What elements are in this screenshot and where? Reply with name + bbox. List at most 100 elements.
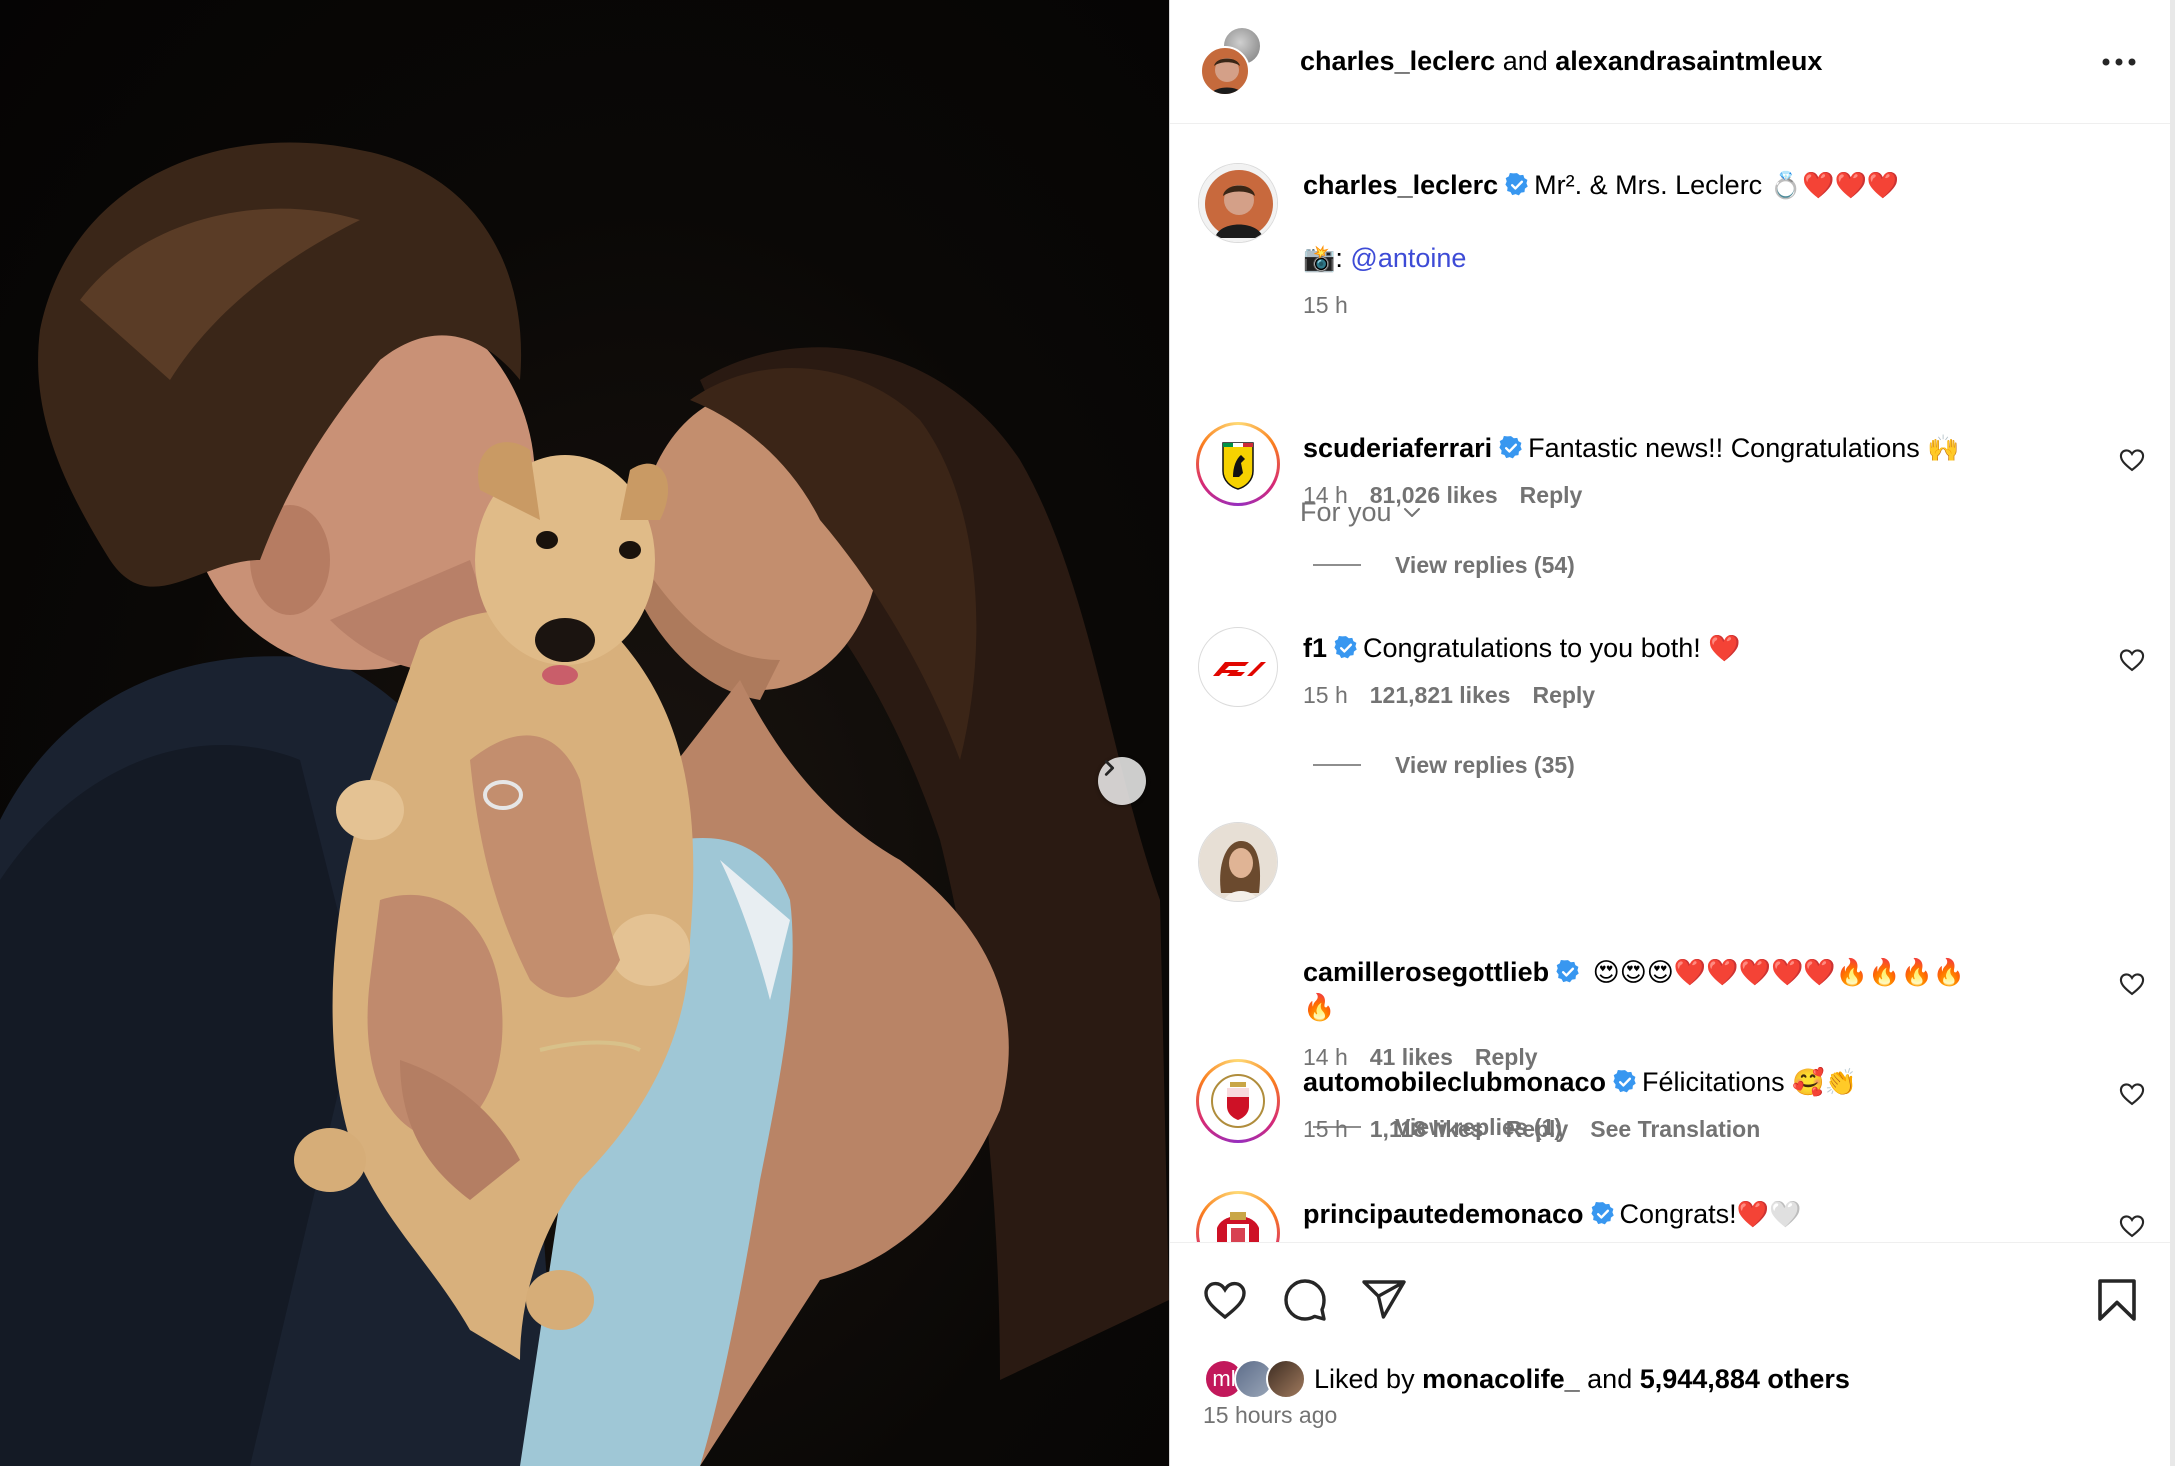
post-photo-illustration	[0, 142, 1169, 1466]
comment: principautedemonaco Congrats!❤️🤍	[1303, 1197, 1801, 1232]
comment-username[interactable]: f1	[1303, 633, 1327, 663]
comment-username[interactable]: camillerosegottlieb	[1303, 957, 1549, 987]
caption-avatar[interactable]	[1198, 163, 1278, 243]
caption-mention[interactable]: @antoine	[1350, 243, 1466, 273]
header-title: charles_leclerc and alexandrasaintmleux	[1300, 44, 1822, 78]
comment-username[interactable]: automobileclubmonaco	[1303, 1067, 1606, 1097]
verified-badge-icon	[1613, 1069, 1636, 1093]
comment-like-heart-icon[interactable]	[2118, 1080, 2146, 1108]
share-button[interactable]	[1357, 1273, 1411, 1327]
heart-icon	[1204, 1281, 1246, 1320]
f1-logo-icon	[1213, 662, 1266, 676]
post-header: charles_leclerc and alexandrasaintmleux	[1170, 0, 2171, 124]
liked-by-user[interactable]: monacolife_	[1422, 1364, 1580, 1395]
next-photo-button[interactable]	[1098, 757, 1146, 805]
view-replies-button[interactable]: View replies (35)	[1313, 751, 1575, 779]
comment-like-heart-icon[interactable]	[2118, 646, 2146, 674]
bookmark-icon	[2098, 1279, 2136, 1321]
caption-credit-separator: :	[1335, 243, 1343, 273]
caption-text: Mr². & Mrs. Leclerc	[1534, 170, 1763, 200]
verified-badge-icon	[1590, 1201, 1614, 1225]
comment-username[interactable]: scuderiaferrari	[1303, 433, 1492, 463]
comment-text: Congrats!	[1619, 1199, 1737, 1229]
comment-likes[interactable]: 121,821 likes	[1370, 682, 1511, 708]
comment-username[interactable]: principautedemonaco	[1303, 1199, 1584, 1229]
post-side-panel: charles_leclerc and alexandrasaintmleux …	[1169, 0, 2171, 1466]
comment-time: 14 h	[1303, 482, 1348, 508]
comment-like-heart-icon[interactable]	[2118, 446, 2146, 474]
comment-like-heart-icon[interactable]	[2118, 1212, 2146, 1240]
comment-like-heart-icon[interactable]	[2118, 970, 2146, 998]
caption-credit: 📸: @antoine	[1303, 241, 1466, 276]
story-ring-avatar[interactable]	[1196, 422, 1280, 506]
ferrari-logo-icon	[1222, 442, 1254, 490]
comment-meta: 15 h 121,821 likes Reply	[1303, 681, 1617, 709]
more-options-button[interactable]	[2098, 44, 2140, 80]
comment-likes[interactable]: 1,118 likes	[1370, 1116, 1484, 1142]
liked-by-row: ml Liked by monacolife_ and 5,944,884 ot…	[1204, 1357, 1850, 1401]
verified-badge-icon	[1499, 435, 1522, 459]
comment: f1 Congratulations to you both! ❤️	[1303, 631, 1741, 666]
see-translation-button[interactable]: See Translation	[1590, 1116, 1760, 1142]
comment: camillerosegottlieb 😍😍😍❤️❤️❤️❤️❤️🔥🔥🔥🔥	[1303, 955, 1965, 990]
comment-text: Félicitations	[1642, 1067, 1785, 1097]
comment-emojis: ❤️🤍	[1736, 1200, 1802, 1230]
post-time-ago[interactable]: 15 hours ago	[1203, 1402, 1337, 1429]
post-photo	[0, 0, 1169, 1466]
collab-avatars[interactable]	[1200, 26, 1270, 96]
header-conjunction: and	[1502, 46, 1548, 76]
acm-crest-icon	[1211, 1074, 1265, 1128]
chevron-right-icon	[1104, 760, 1115, 776]
comment-emojis-line2: 🔥	[1303, 993, 1336, 1023]
comment-continuation: 🔥	[1303, 990, 1335, 1025]
save-button[interactable]	[2090, 1273, 2144, 1327]
comment-icon	[1284, 1279, 1326, 1321]
liked-by-conj: and	[1587, 1363, 1633, 1394]
send-icon	[1362, 1280, 1406, 1319]
reply-button[interactable]: Reply	[1532, 682, 1595, 708]
story-ring-avatar[interactable]	[1196, 1191, 1280, 1242]
comment-emojis: 🙌	[1927, 434, 1960, 464]
comment-avatar[interactable]	[1198, 627, 1278, 707]
comment-time: 15 h	[1303, 1116, 1348, 1142]
comment: automobileclubmonaco Félicitations 🥰👏	[1303, 1065, 1857, 1100]
comment-avatar[interactable]	[1198, 822, 1278, 902]
comment-text: Congratulations to you both!	[1363, 633, 1701, 663]
liked-by-avatars[interactable]: ml	[1204, 1359, 1308, 1399]
avatar	[1200, 46, 1250, 96]
comment-emojis: 🥰👏	[1792, 1068, 1857, 1098]
post-actions: ml Liked by monacolife_ and 5,944,884 ot…	[1170, 1242, 2171, 1466]
reply-button[interactable]: Reply	[1506, 1116, 1569, 1142]
avatar	[1266, 1359, 1306, 1399]
comments-list[interactable]: charles_leclerc Mr². & Mrs. Leclerc 💍❤️❤️…	[1170, 125, 2171, 1242]
reply-button[interactable]: Reply	[1520, 482, 1583, 508]
caption-emojis: 💍❤️❤️❤️	[1769, 171, 1900, 201]
liked-by-prefix: Liked by	[1314, 1363, 1415, 1394]
header-user1[interactable]: charles_leclerc	[1300, 46, 1495, 76]
comment-meta: 14 h 81,026 likes Reply	[1303, 481, 1604, 509]
comment-emojis: ❤️	[1708, 634, 1741, 664]
verified-badge-icon	[1505, 172, 1528, 196]
verified-badge-icon	[1556, 959, 1579, 983]
verified-badge-icon	[1334, 635, 1357, 659]
likes-count[interactable]: 5,944,884 others	[1640, 1364, 1850, 1395]
comment: scuderiaferrari Fantastic news!! Congratu…	[1303, 431, 1960, 466]
caption: charles_leclerc Mr². & Mrs. Leclerc 💍❤️❤️…	[1303, 168, 1899, 203]
comment-time: 15 h	[1303, 682, 1348, 708]
comment-text: Fantastic news!! Congratulations	[1528, 433, 1920, 463]
caption-username[interactable]: charles_leclerc	[1303, 170, 1498, 200]
more-horizontal-icon	[2102, 58, 2136, 66]
window-edge	[2170, 0, 2175, 1466]
like-button[interactable]	[1198, 1273, 1252, 1327]
comment-button[interactable]	[1278, 1273, 1332, 1327]
comment-emojis: 😍😍😍❤️❤️❤️❤️❤️🔥🔥🔥🔥	[1592, 958, 1966, 988]
view-replies-button[interactable]: View replies (54)	[1313, 551, 1575, 579]
comment-likes[interactable]: 81,026 likes	[1370, 482, 1498, 508]
caption-time: 15 h	[1303, 292, 1348, 318]
comment-meta: 15 h 1,118 likes Reply See Translation	[1303, 1115, 1782, 1143]
view-replies-label: View replies (54)	[1395, 552, 1575, 578]
story-ring-avatar[interactable]	[1196, 1059, 1280, 1143]
camera-flash-icon: 📸	[1303, 244, 1336, 274]
header-user2[interactable]: alexandrasaintmleux	[1555, 46, 1822, 76]
view-replies-label: View replies (35)	[1395, 752, 1575, 778]
